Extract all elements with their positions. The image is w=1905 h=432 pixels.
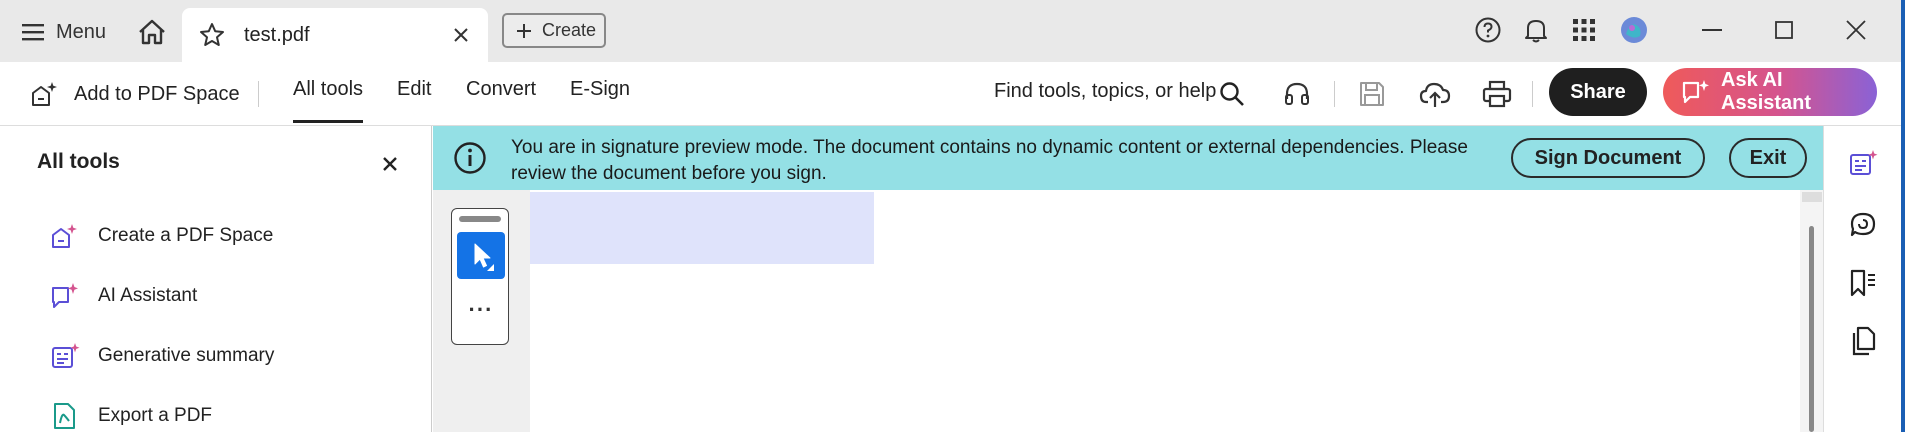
title-bar: Menu test.pdf Create <box>0 0 1905 432</box>
toolbar-divider <box>258 81 259 107</box>
document-tab[interactable]: test.pdf <box>182 8 488 62</box>
tab-all-tools[interactable]: All tools <box>293 78 364 123</box>
tab-convert[interactable]: Convert <box>466 78 536 110</box>
signature-preview-banner: You are in signature preview mode. The d… <box>433 126 1823 190</box>
avatar[interactable] <box>1616 13 1652 47</box>
plus-icon <box>516 23 532 39</box>
add-to-pdf-space-button[interactable]: Add to PDF Space <box>30 74 240 114</box>
close-window-button[interactable] <box>1833 12 1879 48</box>
close-panel-icon[interactable] <box>378 152 402 176</box>
quick-tools-palette: ··· <box>451 208 509 345</box>
hamburger-icon <box>22 23 44 41</box>
tool-label: Create a PDF Space <box>98 225 274 246</box>
find-tools-search[interactable]: Find tools, topics, or help <box>994 80 1216 103</box>
ai-assistant-icon <box>50 281 80 311</box>
pages-icon[interactable] <box>1846 324 1880 358</box>
home-icon <box>137 18 167 46</box>
tool-export-pdf[interactable]: Export a PDF <box>50 396 212 432</box>
scroll-up-arrow[interactable] <box>1802 192 1822 202</box>
toolbar-divider <box>1334 81 1335 107</box>
minimize-button[interactable] <box>1689 12 1735 48</box>
tab-edit[interactable]: Edit <box>397 78 431 110</box>
menu-button[interactable]: Menu <box>2 12 120 52</box>
banner-message: You are in signature preview mode. The d… <box>511 137 1468 184</box>
help-icon[interactable] <box>1470 13 1506 47</box>
tool-ai-assistant[interactable]: AI Assistant <box>50 276 197 316</box>
tool-generative-summary[interactable]: Generative summary <box>50 336 274 376</box>
document-viewer: ··· <box>433 190 1823 432</box>
print-icon[interactable] <box>1477 76 1517 112</box>
menu-label: Menu <box>56 20 107 43</box>
bell-icon[interactable] <box>1518 13 1554 47</box>
bookmark-icon[interactable] <box>1846 266 1880 300</box>
create-label: Create <box>542 20 597 40</box>
tool-label: Generative summary <box>98 345 275 366</box>
sign-document-button[interactable]: Sign Document <box>1511 138 1705 178</box>
maximize-button[interactable] <box>1761 12 1807 48</box>
star-icon[interactable] <box>198 21 226 49</box>
tool-label: Export a PDF <box>98 405 213 426</box>
main-toolbar: Add to PDF Space All tools Edit Convert … <box>0 62 1901 126</box>
info-icon <box>453 141 487 175</box>
save-icon[interactable] <box>1352 76 1392 112</box>
ask-ai-assistant-button[interactable]: Ask AI Assistant <box>1663 68 1877 116</box>
drag-handle[interactable] <box>459 216 501 222</box>
export-pdf-icon <box>50 401 80 431</box>
generative-summary-icon <box>50 341 80 371</box>
window-edge <box>1901 0 1905 432</box>
cursor-arrow-icon <box>466 240 496 272</box>
search-icon[interactable] <box>1212 76 1252 112</box>
more-tools-icon[interactable]: ··· <box>457 297 505 327</box>
close-tab-icon[interactable] <box>448 22 474 48</box>
toolbar-divider <box>1532 81 1533 107</box>
generative-summary-rail-icon[interactable] <box>1846 146 1880 180</box>
tool-create-pdf-space[interactable]: Create a PDF Space <box>50 216 273 256</box>
text-selection-highlight <box>530 192 874 264</box>
all-tools-panel: All tools Create a PDF Space AI Assistan… <box>0 126 432 432</box>
panel-title: All tools <box>37 150 120 173</box>
pdf-space-icon <box>50 221 80 251</box>
close-icon <box>1846 20 1866 40</box>
read-aloud-headphones-icon[interactable] <box>1277 76 1317 112</box>
upload-cloud-icon[interactable] <box>1415 76 1455 112</box>
minimize-icon <box>1702 28 1722 32</box>
tab-e-sign[interactable]: E-Sign <box>570 78 630 110</box>
right-rail <box>1823 126 1901 432</box>
create-button[interactable]: Create <box>502 13 606 48</box>
tab-title: test.pdf <box>244 23 310 46</box>
ai-chat-sparkle-icon <box>1681 78 1711 106</box>
home-button[interactable] <box>132 12 172 52</box>
comment-icon[interactable] <box>1846 208 1880 242</box>
scrollbar-thumb[interactable] <box>1809 226 1814 432</box>
share-button[interactable]: Share <box>1549 68 1647 116</box>
apps-grid-icon[interactable] <box>1566 13 1602 47</box>
tool-label: AI Assistant <box>98 285 198 306</box>
add-to-space-label: Add to PDF Space <box>74 82 240 105</box>
select-tool-button[interactable] <box>457 232 505 279</box>
pdf-space-icon <box>30 79 60 109</box>
ai-assistant-label: Ask AI Assistant <box>1721 69 1812 114</box>
exit-button[interactable]: Exit <box>1729 138 1807 178</box>
maximize-icon <box>1775 21 1793 39</box>
